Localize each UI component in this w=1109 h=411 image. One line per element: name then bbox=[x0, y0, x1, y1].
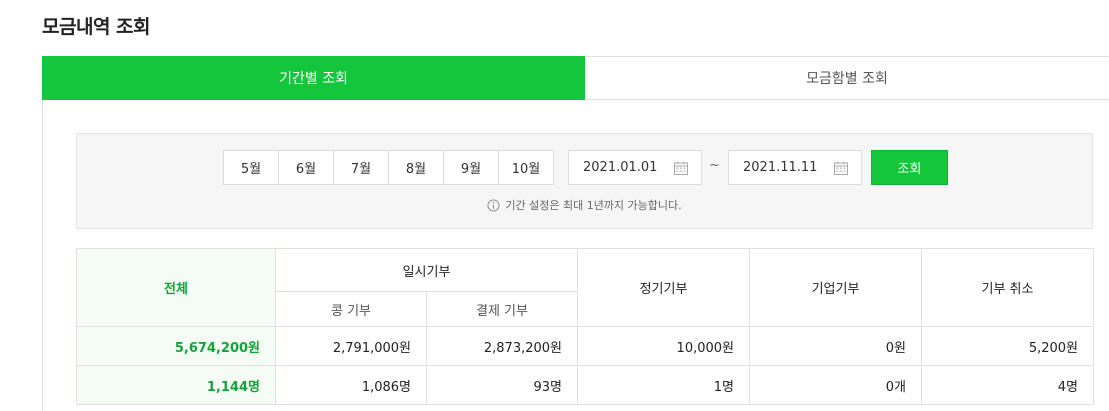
table-row: 5,674,200원 2,791,000원 2,873,200원 10,000원… bbox=[76, 326, 1094, 366]
donation-summary-table: 전체 일시기부 정기기부 기업기부 기부 취소 콩 기부 결제 기부 5,674… bbox=[76, 248, 1094, 405]
table-cell: 4명 bbox=[921, 365, 1094, 405]
tab-bar: 기간별 조회 모금함별 조회 bbox=[42, 56, 1109, 100]
table-row: 1,144명 1,086명 93명 1명 0개 4명 bbox=[76, 365, 1094, 405]
period-notice: 기간 설정은 최대 1년까지 가능합니다. bbox=[77, 197, 1092, 213]
tab-period-search[interactable]: 기간별 조회 bbox=[42, 56, 585, 100]
month-button-7[interactable]: 7월 bbox=[333, 150, 389, 185]
page-title: 모금내역 조회 bbox=[42, 16, 151, 38]
donation-cancel-header: 기부 취소 bbox=[921, 248, 1094, 327]
total-label: 전체 bbox=[76, 248, 276, 327]
table-cell: 5,200원 bbox=[921, 326, 1094, 366]
month-button-6[interactable]: 6월 bbox=[278, 150, 334, 185]
regular-donation-header: 정기기부 bbox=[577, 248, 750, 327]
end-date-value: 2021.11.11 bbox=[743, 160, 818, 175]
total-count: 1,144명 bbox=[76, 365, 276, 405]
filter-box: 5월 6월 7월 8월 9월 10월 2021.01.01 ~ 2021.11.… bbox=[76, 133, 1093, 229]
payment-donation-header: 결제 기부 bbox=[426, 291, 578, 327]
month-button-9[interactable]: 9월 bbox=[443, 150, 499, 185]
onetime-donation-header: 일시기부 bbox=[275, 248, 578, 292]
table-cell: 0개 bbox=[749, 365, 922, 405]
table-cell: 10,000원 bbox=[577, 326, 750, 366]
notice-text: 기간 설정은 최대 1년까지 가능합니다. bbox=[505, 199, 682, 212]
start-date-value: 2021.01.01 bbox=[583, 160, 658, 175]
total-amount: 5,674,200원 bbox=[76, 326, 276, 366]
end-date-field[interactable]: 2021.11.11 bbox=[728, 150, 862, 185]
month-button-5[interactable]: 5월 bbox=[223, 150, 279, 185]
search-button[interactable]: 조회 bbox=[871, 150, 948, 185]
corporate-donation-header: 기업기부 bbox=[749, 248, 922, 327]
table-cell: 2,873,200원 bbox=[426, 326, 578, 366]
month-button-10[interactable]: 10월 bbox=[498, 150, 554, 185]
bean-donation-header: 콩 기부 bbox=[275, 291, 427, 327]
month-button-8[interactable]: 8월 bbox=[388, 150, 444, 185]
date-range-separator: ~ bbox=[709, 158, 720, 173]
calendar-icon[interactable] bbox=[833, 160, 849, 176]
table-cell: 2,791,000원 bbox=[275, 326, 427, 366]
month-selector: 5월 6월 7월 8월 9월 10월 bbox=[223, 150, 554, 185]
tab-fundbox-search[interactable]: 모금함별 조회 bbox=[585, 57, 1109, 99]
calendar-icon[interactable] bbox=[673, 160, 689, 176]
table-cell: 93명 bbox=[426, 365, 578, 405]
info-icon bbox=[487, 198, 500, 212]
table-cell: 0원 bbox=[749, 326, 922, 366]
table-cell: 1,086명 bbox=[275, 365, 427, 405]
content-area: 5월 6월 7월 8월 9월 10월 2021.01.01 ~ 2021.11.… bbox=[42, 100, 1109, 411]
start-date-field[interactable]: 2021.01.01 bbox=[568, 150, 702, 185]
table-cell: 1명 bbox=[577, 365, 750, 405]
